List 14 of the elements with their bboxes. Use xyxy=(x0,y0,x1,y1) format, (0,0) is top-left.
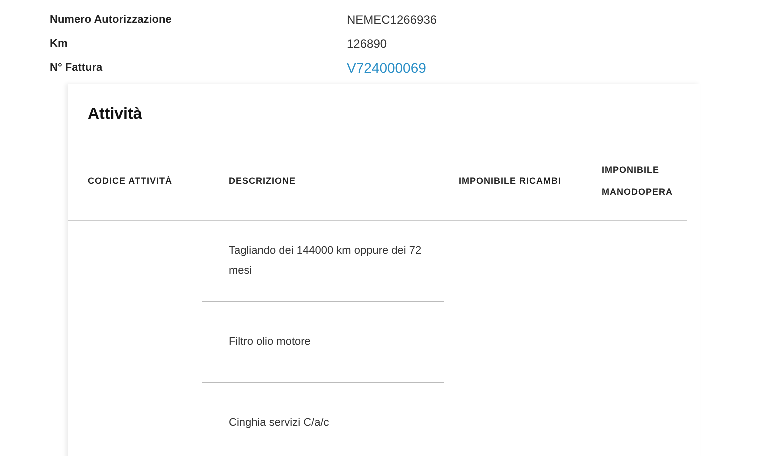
invoice-link[interactable]: V724000069 xyxy=(347,60,762,76)
column-header: DESCRIZIONE xyxy=(228,175,298,188)
section-title: Attività xyxy=(88,106,144,125)
field-label: N° Fattura xyxy=(50,62,104,74)
field-label: Numero Autorizzazione xyxy=(50,14,173,26)
table-cell: Cinghia servizi C/a/c xyxy=(202,383,444,456)
field-value: 126890 xyxy=(347,37,388,51)
table-cell: Tagliando dei 144000 km oppure dei 72 mesi xyxy=(202,221,444,302)
field-value: NEMEC1266936 xyxy=(347,13,438,27)
field-label: Km xyxy=(50,38,69,50)
column-header: IMPONIBILE MANODOPERA xyxy=(601,164,674,199)
column-header: CODICE ATTIVITÀ xyxy=(87,175,174,188)
table-cell: Filtro olio motore xyxy=(202,302,444,383)
column-header: IMPONIBILE RICAMBI xyxy=(458,175,562,188)
